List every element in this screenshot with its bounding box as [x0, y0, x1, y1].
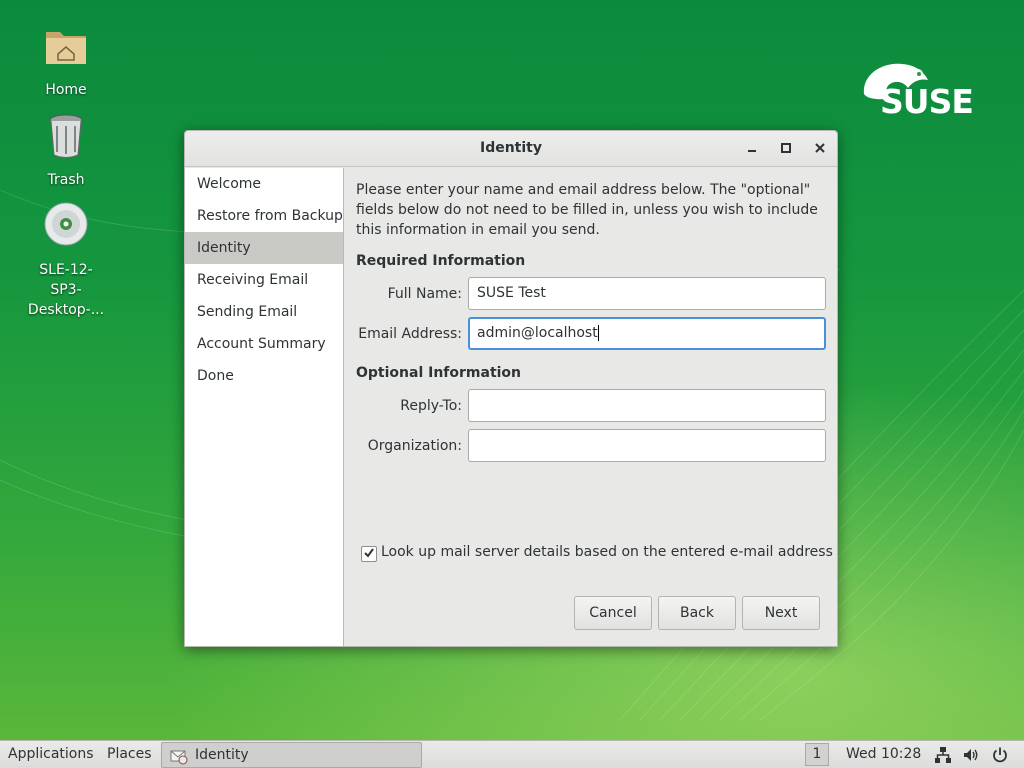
- places-menu[interactable]: Places: [107, 746, 152, 762]
- close-icon: [815, 143, 825, 153]
- reply-to-label: Reply-To:: [400, 398, 462, 414]
- desktop-icon-label: Trash: [47, 172, 85, 188]
- sidebar-item-sending-email[interactable]: Sending Email: [185, 296, 343, 328]
- sidebar-item-identity[interactable]: Identity: [185, 232, 343, 264]
- full-name-field[interactable]: SUSE Test: [468, 277, 826, 310]
- email-address-field[interactable]: admin@localhost: [468, 317, 826, 350]
- assistant-sidebar: Welcome Restore from Backup Identity Rec…: [185, 168, 344, 646]
- full-name-label: Full Name:: [387, 286, 462, 302]
- email-address-value: admin@localhost: [477, 325, 598, 341]
- required-information-heading: Required Information: [356, 253, 526, 269]
- window-title: Identity: [479, 140, 542, 156]
- lookup-mail-server-option[interactable]: Look up mail server details based on the…: [361, 544, 833, 562]
- taskbar-window-identity[interactable]: Identity: [161, 742, 422, 768]
- lookup-label: Look up mail server details based on the…: [381, 544, 833, 560]
- maximize-icon: [781, 143, 791, 153]
- volume-icon[interactable]: [962, 746, 980, 764]
- checkmark-icon: [364, 548, 374, 558]
- mail-assistant-icon: [170, 750, 188, 765]
- maximize-button[interactable]: [776, 139, 796, 159]
- desktop-icon-label: SLE-12-SP3-Desktop-...: [27, 262, 105, 318]
- cancel-button[interactable]: Cancel: [574, 596, 652, 630]
- sidebar-item-restore-from-backup[interactable]: Restore from Backup: [185, 200, 343, 232]
- optional-information-heading: Optional Information: [356, 365, 522, 381]
- text-caret: [597, 325, 599, 341]
- home-folder-icon: [46, 32, 86, 64]
- bottom-panel: Applications Places Identity 1 Wed 10:28: [0, 740, 1024, 768]
- sidebar-item-welcome[interactable]: Welcome: [185, 168, 343, 200]
- organization-label: Organization:: [367, 438, 462, 454]
- lookup-checkbox[interactable]: [361, 546, 377, 562]
- email-address-label: Email Address:: [358, 326, 462, 342]
- minimize-icon: [748, 150, 756, 152]
- applications-menu[interactable]: Applications: [8, 746, 94, 762]
- network-icon[interactable]: [934, 746, 952, 764]
- sidebar-item-done[interactable]: Done: [185, 360, 343, 392]
- workspace-switcher[interactable]: 1: [805, 743, 829, 766]
- trash-icon: [49, 114, 83, 158]
- desktop-icon-disc[interactable]: SLE-12-SP3-Desktop-...: [16, 202, 116, 320]
- desktop-icon-trash[interactable]: Trash: [16, 112, 116, 190]
- full-name-value: SUSE Test: [477, 285, 546, 301]
- close-button[interactable]: [810, 139, 830, 159]
- sidebar-item-receiving-email[interactable]: Receiving Email: [185, 264, 343, 296]
- minimize-button[interactable]: [742, 139, 762, 159]
- organization-field[interactable]: [468, 429, 826, 462]
- reply-to-field[interactable]: [468, 389, 826, 422]
- identity-page: Please enter your name and email address…: [345, 168, 837, 646]
- window-titlebar[interactable]: Identity: [185, 131, 837, 167]
- desktop-icon-label: Home: [45, 82, 87, 98]
- identity-dialog: Identity Welcome Restore from Backup Ide…: [184, 130, 838, 647]
- next-button[interactable]: Next: [742, 596, 820, 630]
- clock[interactable]: Wed 10:28: [846, 746, 921, 762]
- taskbar-window-label: Identity: [195, 747, 249, 763]
- suse-wordmark: SUSE: [880, 82, 974, 121]
- power-icon[interactable]: [991, 746, 1009, 764]
- desktop-icon-home[interactable]: Home: [16, 22, 116, 100]
- intro-text: Please enter your name and email address…: [356, 182, 818, 238]
- optical-disc-icon: [44, 202, 88, 246]
- sidebar-item-account-summary[interactable]: Account Summary: [185, 328, 343, 360]
- back-button[interactable]: Back: [658, 596, 736, 630]
